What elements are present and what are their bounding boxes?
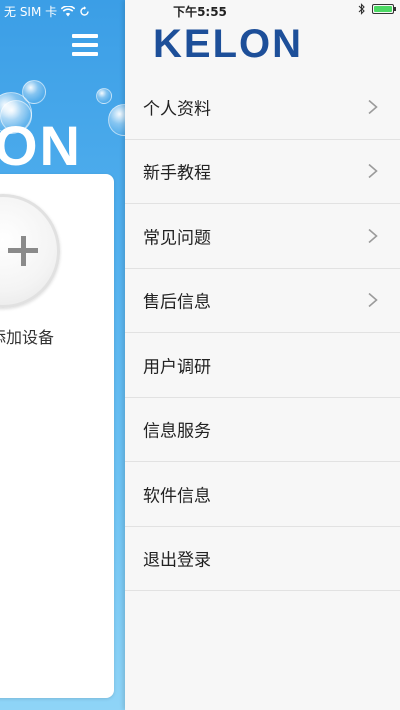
- menu-item-label: 常见问题: [143, 228, 211, 249]
- chevron-right-icon: [368, 164, 378, 179]
- chevron-right-icon: [368, 293, 378, 308]
- menu-item-label: 售后信息: [143, 292, 211, 313]
- menu-item-label: 信息服务: [143, 421, 211, 442]
- menu-item-tutorial[interactable]: 新手教程: [125, 140, 400, 204]
- menu-item-label: 用户调研: [143, 357, 211, 378]
- menu-item-after-sales[interactable]: 售后信息: [125, 269, 400, 333]
- main-screen-background: ON 添加设备: [0, 0, 125, 710]
- bubble-decoration: [22, 80, 46, 104]
- battery-icon: [372, 4, 396, 14]
- chevron-right-icon: [368, 228, 378, 243]
- add-device-button[interactable]: [0, 194, 80, 312]
- hamburger-menu-icon[interactable]: [72, 34, 98, 58]
- status-bar: 无 SIM 卡 下午5:55: [0, 0, 400, 20]
- chevron-right-icon: [368, 99, 378, 114]
- menu-item-software-info[interactable]: 软件信息: [125, 462, 400, 527]
- add-device-label[interactable]: 添加设备: [0, 324, 54, 348]
- drawer-menu-list: 个人资料 新手教程 常见问题 售后信息 用户调研 信息服务 软件信息 退出登录: [125, 75, 400, 591]
- menu-item-survey[interactable]: 用户调研: [125, 333, 400, 398]
- menu-item-label: 退出登录: [143, 550, 211, 571]
- menu-item-logout[interactable]: 退出登录: [125, 527, 400, 591]
- menu-item-faq[interactable]: 常见问题: [125, 204, 400, 269]
- main-logo-fragment: ON: [0, 114, 82, 177]
- bubble-decoration: [96, 88, 112, 104]
- menu-item-label: 新手教程: [143, 163, 211, 184]
- kelon-logo: KELON: [153, 22, 303, 66]
- menu-item-info-service[interactable]: 信息服务: [125, 398, 400, 462]
- bluetooth-icon: [358, 3, 365, 15]
- menu-item-label: 个人资料: [143, 99, 211, 120]
- side-drawer: KELON 个人资料 新手教程 常见问题 售后信息 用户调研 信息服务 软件信息…: [125, 0, 400, 710]
- menu-item-label: 软件信息: [143, 486, 211, 507]
- bubble-decoration: [108, 104, 125, 136]
- plus-icon: [20, 235, 26, 266]
- menu-item-profile[interactable]: 个人资料: [125, 75, 400, 140]
- status-time: 下午5:55: [173, 5, 227, 19]
